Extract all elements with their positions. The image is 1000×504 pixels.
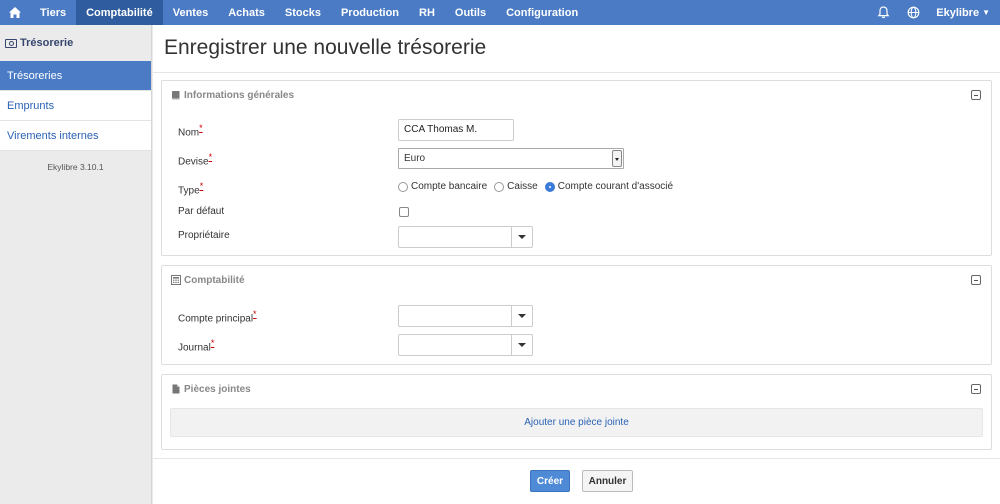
main-content: Enregistrer une nouvelle trésorerie Info… xyxy=(153,25,1000,504)
nav-production[interactable]: Production xyxy=(331,0,409,25)
field-proprietaire: Propriétaire xyxy=(162,226,991,248)
radio-compte-bancaire[interactable]: Compte bancaire xyxy=(398,181,487,192)
radio-label: Caisse xyxy=(507,181,538,192)
par-defaut-checkbox[interactable] xyxy=(399,207,409,217)
radio-compte-courant-associe[interactable]: Compte courant d'associé xyxy=(544,181,674,192)
proprietaire-combobox[interactable] xyxy=(398,226,533,248)
add-attachment-link[interactable]: Ajouter une pièce jointe xyxy=(170,408,983,437)
radio-caisse[interactable]: Caisse xyxy=(494,181,538,192)
nav-tiers[interactable]: Tiers xyxy=(30,0,76,25)
collapse-icon[interactable] xyxy=(971,90,981,100)
devise-value: Euro xyxy=(404,153,426,164)
nav-comptabilite[interactable]: Comptabilité xyxy=(76,0,163,25)
sidebar-item-virements-internes[interactable]: Virements internes xyxy=(0,121,151,151)
user-name: Ekylibre xyxy=(936,6,980,19)
required-mark: * xyxy=(210,338,215,348)
page-title: Enregistrer une nouvelle trésorerie xyxy=(164,36,487,59)
sidebar-item-tresoreries[interactable]: Trésoreries xyxy=(0,61,151,91)
nav-achats[interactable]: Achats xyxy=(218,0,275,25)
radio-label: Compte bancaire xyxy=(411,181,488,192)
field-type: Type* Compte bancaire Caisse Compte cour… xyxy=(162,177,991,199)
collapse-icon[interactable] xyxy=(971,275,981,285)
panel-general-info: Informations générales Nom* CCA Thomas M… xyxy=(161,80,992,256)
field-nom: Nom* CCA Thomas M. xyxy=(162,119,991,141)
select-arrow-icon xyxy=(612,150,622,167)
field-par-defaut: Par défaut xyxy=(162,202,991,224)
devise-select[interactable]: Euro xyxy=(398,148,624,169)
create-button[interactable]: Créer xyxy=(530,470,570,492)
sidebar-item-emprunts[interactable]: Emprunts xyxy=(0,91,151,121)
field-compte-principal: Compte principal* xyxy=(162,305,991,327)
caret-down-icon: ▼ xyxy=(982,8,990,17)
required-mark: * xyxy=(199,123,203,133)
money-icon xyxy=(5,38,17,48)
file-icon xyxy=(172,384,180,394)
dropdown-arrow-icon[interactable] xyxy=(511,335,532,355)
type-radio-group: Compte bancaire Caisse Compte courant d'… xyxy=(398,181,680,192)
field-devise: Devise* Euro xyxy=(162,148,991,170)
sidebar: Trésorerie Trésoreries Emprunts Virement… xyxy=(0,25,152,504)
journal-label: Journal xyxy=(178,342,211,354)
top-navbar: Tiers Comptabilité Ventes Achats Stocks … xyxy=(0,0,1000,25)
cancel-button[interactable]: Annuler xyxy=(582,470,633,492)
nom-input[interactable]: CCA Thomas M. xyxy=(398,119,514,141)
proprietaire-label: Propriétaire xyxy=(178,230,230,241)
panel-title: Pièces jointes xyxy=(184,383,251,395)
sidebar-header: Trésorerie xyxy=(0,25,151,61)
devise-label: Devise xyxy=(178,156,209,168)
book-icon xyxy=(172,91,180,100)
sidebar-header-label: Trésorerie xyxy=(20,37,74,49)
required-mark: * xyxy=(208,152,213,162)
globe-icon[interactable] xyxy=(898,0,928,25)
nav-configuration[interactable]: Configuration xyxy=(496,0,588,25)
journal-combobox[interactable] xyxy=(398,334,533,356)
panel-header: Comptabilité xyxy=(162,266,991,294)
radio-dot xyxy=(494,181,505,192)
nom-label: Nom xyxy=(178,127,200,139)
required-mark: * xyxy=(199,181,204,191)
panel-attachments: Pièces jointes Ajouter une pièce jointe xyxy=(161,374,992,450)
radio-label: Compte courant d'associé xyxy=(557,181,674,192)
compte-principal-label: Compte principal xyxy=(178,313,254,325)
par-defaut-label: Par défaut xyxy=(178,206,225,217)
panel-header: Pièces jointes xyxy=(162,375,991,403)
nav-outils[interactable]: Outils xyxy=(445,0,496,25)
panel-title: Comptabilité xyxy=(184,274,245,286)
panel-header: Informations générales xyxy=(162,81,991,109)
nav-ventes[interactable]: Ventes xyxy=(163,0,218,25)
dropdown-arrow-icon[interactable] xyxy=(511,227,532,247)
type-label: Type xyxy=(178,185,200,197)
compte-principal-combobox[interactable] xyxy=(398,305,533,327)
panel-title: Informations générales xyxy=(184,89,295,101)
divider xyxy=(153,458,1000,459)
bell-icon[interactable] xyxy=(868,0,898,25)
dropdown-arrow-icon[interactable] xyxy=(511,306,532,326)
nav-stocks[interactable]: Stocks xyxy=(275,0,331,25)
calculator-icon xyxy=(171,275,181,285)
required-mark: * xyxy=(253,309,257,319)
user-menu[interactable]: Ekylibre ▼ xyxy=(928,0,1000,25)
radio-dot xyxy=(398,181,408,192)
radio-dot xyxy=(544,181,555,192)
collapse-icon[interactable] xyxy=(971,384,981,394)
nav-rh[interactable]: RH xyxy=(409,0,445,25)
panel-accounting: Comptabilité Compte principal* Journal* xyxy=(161,265,992,365)
home-icon[interactable] xyxy=(0,0,30,25)
version-label: Ekylibre 3.10.1 xyxy=(47,162,104,172)
field-journal: Journal* xyxy=(162,334,991,356)
divider xyxy=(153,72,1000,73)
